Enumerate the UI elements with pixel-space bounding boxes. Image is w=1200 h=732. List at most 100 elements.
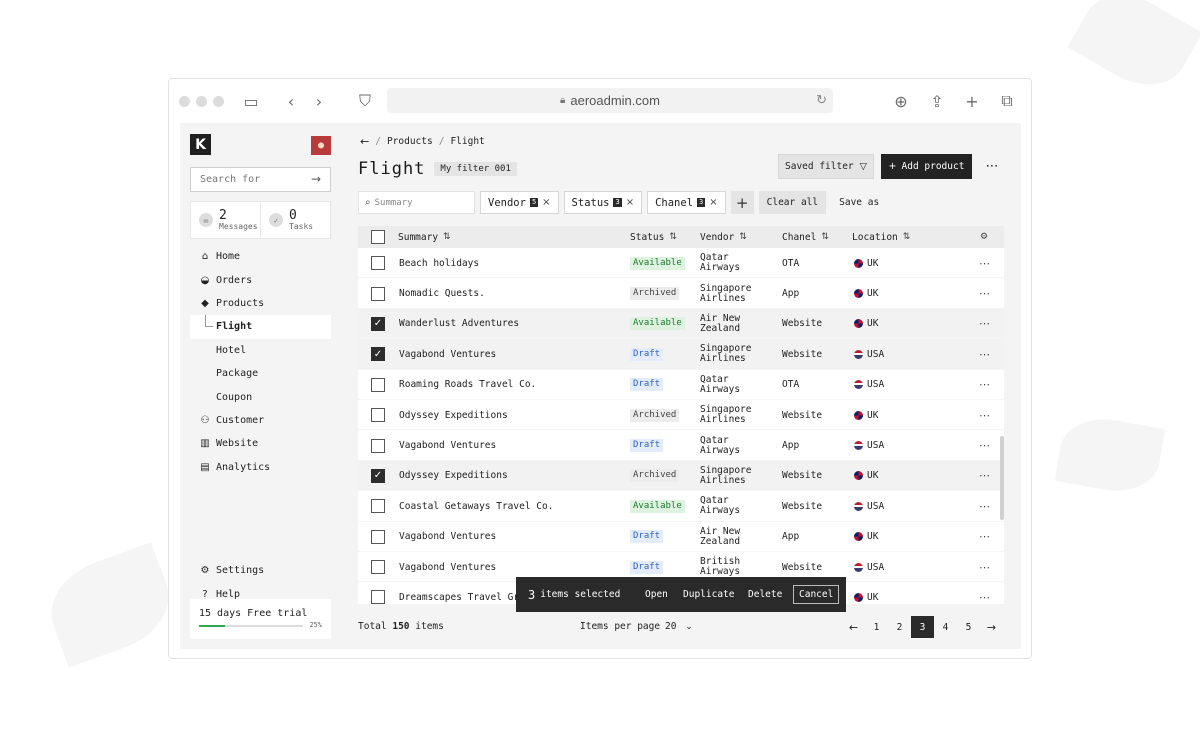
back-arrow-icon[interactable]: ← <box>360 135 369 148</box>
clear-all-button[interactable]: Clear all <box>758 191 827 214</box>
open-button[interactable]: Open <box>645 577 668 612</box>
row-checkbox[interactable] <box>371 256 385 271</box>
delete-button[interactable]: Delete <box>748 577 782 612</box>
save-as-button[interactable]: Save as <box>831 191 887 214</box>
table-row[interactable]: Coastal Getaways Travel Co. Available Qata… <box>358 491 1004 522</box>
close-icon[interactable]: × <box>626 197 634 208</box>
cancel-button[interactable]: Cancel <box>793 585 840 604</box>
search-input[interactable]: Search for → <box>190 167 331 192</box>
row-checkbox[interactable] <box>371 560 385 575</box>
table-row[interactable]: Beach holidays Available Qatar Airways OTA UK… <box>358 248 1004 279</box>
prev-page-icon[interactable]: ← <box>842 616 865 638</box>
page-button[interactable]: 5 <box>957 616 980 638</box>
reload-icon[interactable]: ↻ <box>816 92 827 108</box>
row-more-icon[interactable]: ⋯ <box>979 522 990 552</box>
shield-icon[interactable]: ⛉ <box>355 91 375 111</box>
close-icon[interactable]: × <box>542 197 550 208</box>
sidebar-item-website[interactable]: ▥ Website <box>190 432 331 455</box>
select-all-checkbox[interactable] <box>371 230 385 244</box>
messages-stat[interactable]: ✉ 2 Messages <box>191 202 260 238</box>
close-icon[interactable]: × <box>709 197 717 208</box>
row-more-icon[interactable]: ⋯ <box>979 491 990 521</box>
scrollbar[interactable] <box>1000 436 1004 520</box>
row-checkbox[interactable]: ✓ <box>371 347 385 362</box>
sidebar-toggle-icon[interactable]: ▭ <box>241 91 261 111</box>
table-row[interactable]: Odyssey Expeditions Archived Singapore Airl… <box>358 400 1004 431</box>
sidebar-item-settings[interactable]: ⚙ Settings <box>190 559 331 582</box>
filter-chip-chanel[interactable]: Chanel 3 × <box>647 191 726 214</box>
row-more-icon[interactable]: ⋯ <box>979 430 990 460</box>
page-button[interactable]: 4 <box>934 616 957 638</box>
address-bar[interactable]: 🔒︎ aeroadmin.com ↻ <box>387 88 833 113</box>
sidebar-item-customer[interactable]: ⚇ Customer <box>190 409 331 432</box>
saved-filter-button[interactable]: Saved filter ▽ <box>778 154 874 179</box>
row-more-icon[interactable]: ⋯ <box>979 400 990 430</box>
row-more-icon[interactable]: ⋯ <box>979 278 990 308</box>
maximize-window-button[interactable] <box>213 95 224 107</box>
new-tab-icon[interactable]: + <box>962 91 982 111</box>
breadcrumb-products[interactable]: Products <box>387 136 433 147</box>
row-more-icon[interactable]: ⋯ <box>979 582 990 604</box>
column-status[interactable]: Status ⇅ <box>630 226 677 248</box>
filter-chip-vendor[interactable]: Vendor 5 × <box>480 191 559 214</box>
page-button[interactable]: 2 <box>888 616 911 638</box>
arrow-right-icon[interactable]: → <box>311 172 321 186</box>
close-window-button[interactable] <box>179 95 190 107</box>
table-row[interactable]: Roaming Roads Travel Co. Draft Qatar Airway… <box>358 370 1004 400</box>
row-checkbox[interactable] <box>371 408 385 423</box>
table-row[interactable]: Nomadic Quests. Archived Singapore Airlines… <box>358 278 1004 309</box>
sidebar-item-hotel[interactable]: Hotel <box>190 339 331 362</box>
share-icon[interactable]: ⇪ <box>927 91 947 111</box>
row-checkbox[interactable] <box>371 438 385 453</box>
column-summary[interactable]: Summary ⇅ <box>398 226 451 248</box>
sidebar-item-package[interactable]: Package <box>190 362 331 385</box>
filter-chip-status[interactable]: Status 3 × <box>563 191 643 214</box>
row-more-icon[interactable]: ⋯ <box>979 461 990 491</box>
row-more-icon[interactable]: ⋯ <box>979 309 990 339</box>
filter-name-tag[interactable]: My filter 001 <box>434 162 517 176</box>
sidebar-item-home[interactable]: ⌂ Home <box>190 245 331 268</box>
table-row[interactable]: ✓ Vagabond Ventures Draft Singapore Airlines… <box>358 339 1004 370</box>
row-checkbox[interactable] <box>371 529 385 544</box>
add-filter-button[interactable]: + <box>730 191 754 214</box>
forward-icon[interactable]: › <box>309 91 329 111</box>
avatar[interactable]: ● <box>311 136 331 155</box>
row-checkbox[interactable] <box>371 377 385 392</box>
download-icon[interactable]: ⊕ <box>891 91 911 111</box>
row-checkbox[interactable] <box>371 286 385 301</box>
column-vendor[interactable]: Vendor ⇅ <box>700 226 747 248</box>
table-row[interactable]: ✓ Wanderlust Adventures Available Air New Ze… <box>358 308 1004 340</box>
page-button[interactable]: 3 <box>911 616 934 638</box>
add-product-button[interactable]: + Add product <box>881 154 972 179</box>
column-chanel[interactable]: Chanel ⇅ <box>782 226 829 248</box>
row-more-icon[interactable]: ⋯ <box>979 248 990 278</box>
row-checkbox[interactable]: ✓ <box>371 468 385 483</box>
minimize-window-button[interactable] <box>196 95 207 107</box>
duplicate-button[interactable]: Duplicate <box>683 577 734 612</box>
summary-search-input[interactable]: ⌕ Summary <box>358 191 475 214</box>
sidebar-item-analytics[interactable]: ▤ Analytics <box>190 456 331 479</box>
next-page-icon[interactable]: → <box>980 616 1003 638</box>
back-icon[interactable]: ‹ <box>281 91 301 111</box>
sidebar-item-coupon[interactable]: Coupon <box>190 385 331 408</box>
trial-card[interactable]: 15 days Free trial 25% <box>190 599 331 639</box>
column-location[interactable]: Location ⇅ <box>852 226 910 248</box>
table-row[interactable]: Vagabond Ventures Draft Qatar Airways App USA… <box>358 430 1004 461</box>
page-button[interactable]: 1 <box>865 616 888 638</box>
items-per-page-select[interactable]: 20 ⌄ <box>665 621 693 632</box>
column-settings-icon[interactable]: ⚙ <box>980 226 988 248</box>
sidebar-item-orders[interactable]: ◒ Orders <box>190 268 331 291</box>
row-more-icon[interactable]: ⋯ <box>979 552 990 582</box>
table-row[interactable]: ✓ Odyssey Expeditions Archived Singapore Air… <box>358 460 1004 492</box>
sidebar-item-products[interactable]: ◆ Products <box>190 292 331 315</box>
row-checkbox[interactable] <box>371 499 385 514</box>
tasks-stat[interactable]: ✓ 0 Tasks <box>260 202 330 238</box>
row-more-icon[interactable]: ⋯ <box>979 339 990 369</box>
row-checkbox[interactable] <box>371 590 385 604</box>
row-checkbox[interactable]: ✓ <box>371 316 385 331</box>
more-options-icon[interactable]: ⋯ <box>982 154 1002 179</box>
table-row[interactable]: Vagabond Ventures Draft Air New Zealand App U… <box>358 522 1004 552</box>
status-cell: Draft <box>630 430 664 460</box>
row-more-icon[interactable]: ⋯ <box>979 370 990 400</box>
tabs-overview-icon[interactable]: ⧉ <box>997 91 1017 111</box>
